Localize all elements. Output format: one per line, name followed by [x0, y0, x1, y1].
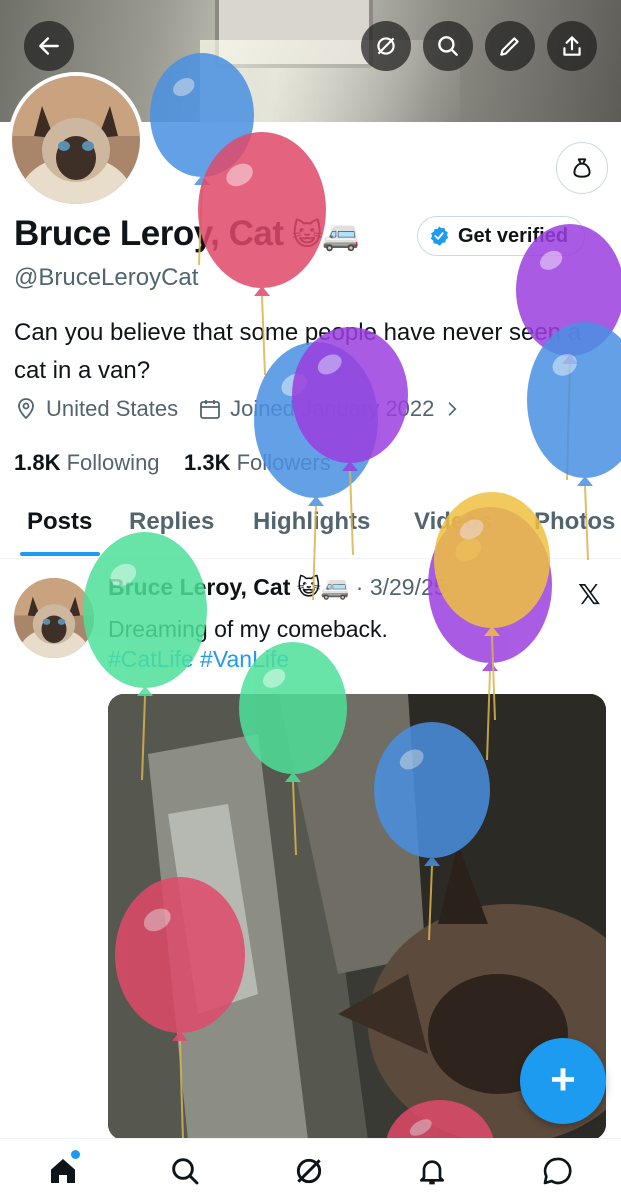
following-count: 1.8K	[14, 450, 61, 475]
profile-stats: 1.8K Following 1.3K Followers	[14, 450, 331, 476]
followers-label: Followers	[236, 450, 331, 475]
chevron-right-icon	[449, 402, 457, 416]
search-icon	[438, 36, 458, 56]
banner-light	[200, 40, 460, 122]
post-text: Dreaming of my comeback.	[108, 616, 388, 642]
cat-avatar-image	[12, 76, 140, 204]
cat-avatar-image	[14, 578, 94, 658]
x-logo-icon: 𝕏	[578, 579, 601, 610]
post-author-name[interactable]: Bruce Leroy, Cat	[108, 574, 290, 600]
tab-photos[interactable]: Photos	[534, 508, 615, 536]
home-notification-dot	[71, 1150, 80, 1159]
get-verified-label: Get verified	[458, 224, 569, 247]
grok-icon	[296, 1158, 322, 1184]
followers-count: 1.3K	[184, 450, 231, 475]
nav-messages[interactable]	[535, 1149, 579, 1193]
nav-grok[interactable]	[287, 1149, 331, 1193]
location: United States	[14, 396, 178, 422]
search-button[interactable]	[423, 21, 473, 71]
grok-profile-button[interactable]	[556, 142, 608, 194]
messages-icon	[543, 1157, 572, 1185]
post-author-avatar[interactable]	[14, 578, 94, 658]
tab-replies[interactable]: Replies	[129, 508, 214, 536]
money-bag-icon	[573, 158, 591, 178]
search-icon	[172, 1158, 199, 1185]
verified-badge-icon	[430, 226, 449, 246]
edit-icon	[500, 37, 519, 56]
get-verified-button[interactable]: Get verified	[417, 216, 586, 256]
following-label: Following	[66, 450, 160, 475]
profile-tabs: Posts Replies Highlights Videos Photos	[0, 500, 621, 559]
following-link[interactable]: 1.8K Following	[14, 450, 160, 475]
post-date[interactable]: · 3/29/25	[356, 574, 447, 600]
name-emoji: 😺🚐	[291, 219, 360, 253]
edit-button[interactable]	[485, 21, 535, 71]
join-date[interactable]: Joined January 2022	[198, 396, 462, 422]
active-tab-indicator	[20, 552, 100, 556]
calendar-icon	[200, 400, 220, 419]
followers-link[interactable]: 1.3K Followers	[184, 450, 331, 475]
profile-bio: Can you believe that some people have ne…	[14, 319, 582, 384]
compose-plus-icon: +	[550, 1054, 576, 1104]
back-button[interactable]	[24, 21, 74, 71]
tab-posts[interactable]: Posts	[27, 508, 92, 536]
arrow-left-icon	[39, 37, 59, 55]
post-header: Bruce Leroy, Cat 😺🚐 · 3/29/25	[108, 574, 447, 601]
tab-videos[interactable]: Videos	[414, 508, 492, 536]
location-text: United States	[46, 396, 179, 421]
bottom-navigation	[0, 1138, 621, 1201]
profile-name-text: Bruce Leroy, Cat	[14, 214, 284, 253]
post-author-emoji: 😺🚐	[296, 574, 350, 600]
profile-meta: United States Joined January 2022	[14, 396, 482, 422]
compose-post-button[interactable]: +	[520, 1038, 606, 1124]
location-pin-icon	[18, 398, 34, 420]
share-button[interactable]	[547, 21, 597, 71]
join-date-text: Joined January 2022	[230, 396, 435, 421]
profile-avatar[interactable]	[8, 72, 144, 208]
nav-notifications[interactable]	[410, 1149, 454, 1193]
notifications-icon	[420, 1160, 444, 1185]
post-hashtags[interactable]: #CatLife #VanLife	[108, 646, 289, 673]
grok-button[interactable]	[361, 21, 411, 71]
home-icon	[51, 1159, 75, 1183]
profile-name: Bruce Leroy, Cat 😺🚐	[14, 214, 360, 254]
grok-icon	[377, 37, 395, 55]
share-icon	[563, 36, 581, 56]
tab-highlights[interactable]: Highlights	[253, 508, 370, 536]
profile-handle: @BruceLeroyCat	[14, 264, 199, 291]
nav-search[interactable]	[163, 1149, 207, 1193]
